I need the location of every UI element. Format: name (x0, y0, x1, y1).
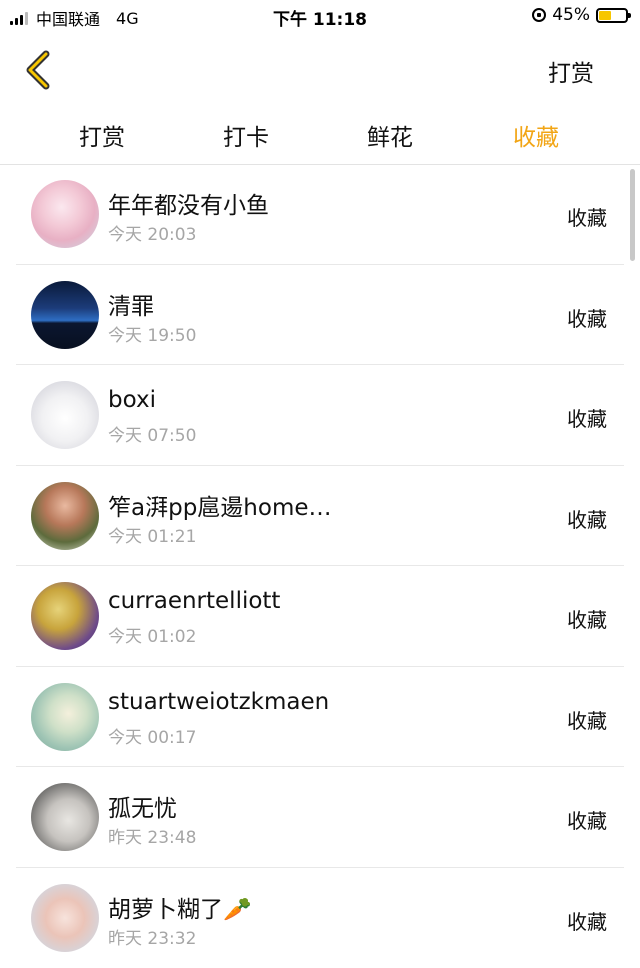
navigation-bar: 打赏 (0, 34, 640, 104)
chevron-left-icon (26, 50, 50, 90)
action-label: 收藏 (567, 206, 607, 230)
action-label: 收藏 (567, 306, 607, 331)
tab-bar: 打赏 打卡 鲜花 收藏 (0, 104, 640, 165)
battery-fill (599, 10, 611, 20)
avatar[interactable] (31, 381, 99, 449)
user-name: curraenrtelliott (108, 588, 281, 614)
scrollbar[interactable] (630, 169, 635, 261)
action-label: 收藏 (567, 708, 607, 733)
avatar[interactable] (31, 481, 99, 550)
action-label: 收藏 (567, 909, 607, 934)
avatar[interactable] (31, 582, 99, 650)
avatar[interactable] (31, 783, 99, 851)
user-name: 笮a湃pp扈逿home… (108, 494, 332, 521)
reward-button[interactable]: 打赏 (548, 54, 594, 88)
avatar[interactable] (31, 180, 99, 248)
timestamp: 今天 01:02 (108, 627, 197, 647)
battery-icon (596, 7, 631, 23)
timestamp: 昨天 23:32 (108, 928, 197, 949)
timestamp: 今天 01:21 (108, 526, 197, 547)
tab-checkin[interactable]: 打卡 (196, 118, 296, 152)
user-name: boxi (108, 387, 156, 413)
avatar[interactable] (31, 682, 99, 751)
action-label: 收藏 (567, 507, 607, 532)
user-name: 年年都没有小鱼 (108, 193, 269, 219)
tab-flowers[interactable]: 鲜花 (340, 118, 440, 152)
user-name: 胡萝卜糊了🥕 (108, 896, 252, 923)
list-item[interactable]: curraenrtelliott 今天 01:02 收藏 (0, 566, 640, 667)
tab-reward[interactable]: 打赏 (52, 118, 152, 152)
timestamp: 今天 20:03 (108, 225, 197, 245)
user-name: stuartweiotzkmaen (108, 688, 330, 715)
back-button[interactable] (22, 48, 62, 92)
status-right: 45% (532, 5, 631, 25)
avatar[interactable] (31, 883, 99, 952)
action-label: 收藏 (567, 407, 607, 431)
action-label: 收藏 (567, 608, 607, 632)
tab-favorites[interactable]: 收藏 (486, 118, 586, 152)
avatar[interactable] (31, 280, 99, 349)
user-name: 清罪 (108, 293, 154, 320)
list-item[interactable]: 年年都没有小鱼 今天 20:03 收藏 (0, 164, 640, 265)
action-label: 收藏 (567, 809, 607, 833)
list-item[interactable]: stuartweiotzkmaen 今天 00:17 收藏 (0, 667, 640, 768)
list-item[interactable]: boxi 今天 07:50 收藏 (0, 365, 640, 466)
list-item[interactable]: 清罪 今天 19:50 收藏 (0, 265, 640, 366)
timestamp: 昨天 23:48 (108, 828, 197, 848)
user-name: 孤无忧 (108, 796, 177, 822)
list-item[interactable]: 笮a湃pp扈逿home… 今天 01:21 收藏 (0, 466, 640, 567)
timestamp: 今天 07:50 (108, 426, 197, 446)
list-item[interactable]: 孤无忧 昨天 23:48 收藏 (0, 767, 640, 868)
status-bar: 中国联通 4G 下午 11:18 45% (0, 0, 640, 34)
favorites-list: 年年都没有小鱼 今天 20:03 收藏 清罪 今天 19:50 收藏 boxi … (0, 164, 640, 968)
timestamp: 今天 00:17 (108, 727, 197, 748)
orientation-lock-icon (532, 8, 547, 22)
battery-percent: 45% (552, 5, 590, 25)
list-item[interactable]: 胡萝卜糊了🥕 昨天 23:32 收藏 (0, 868, 640, 968)
timestamp: 今天 19:50 (108, 325, 197, 346)
